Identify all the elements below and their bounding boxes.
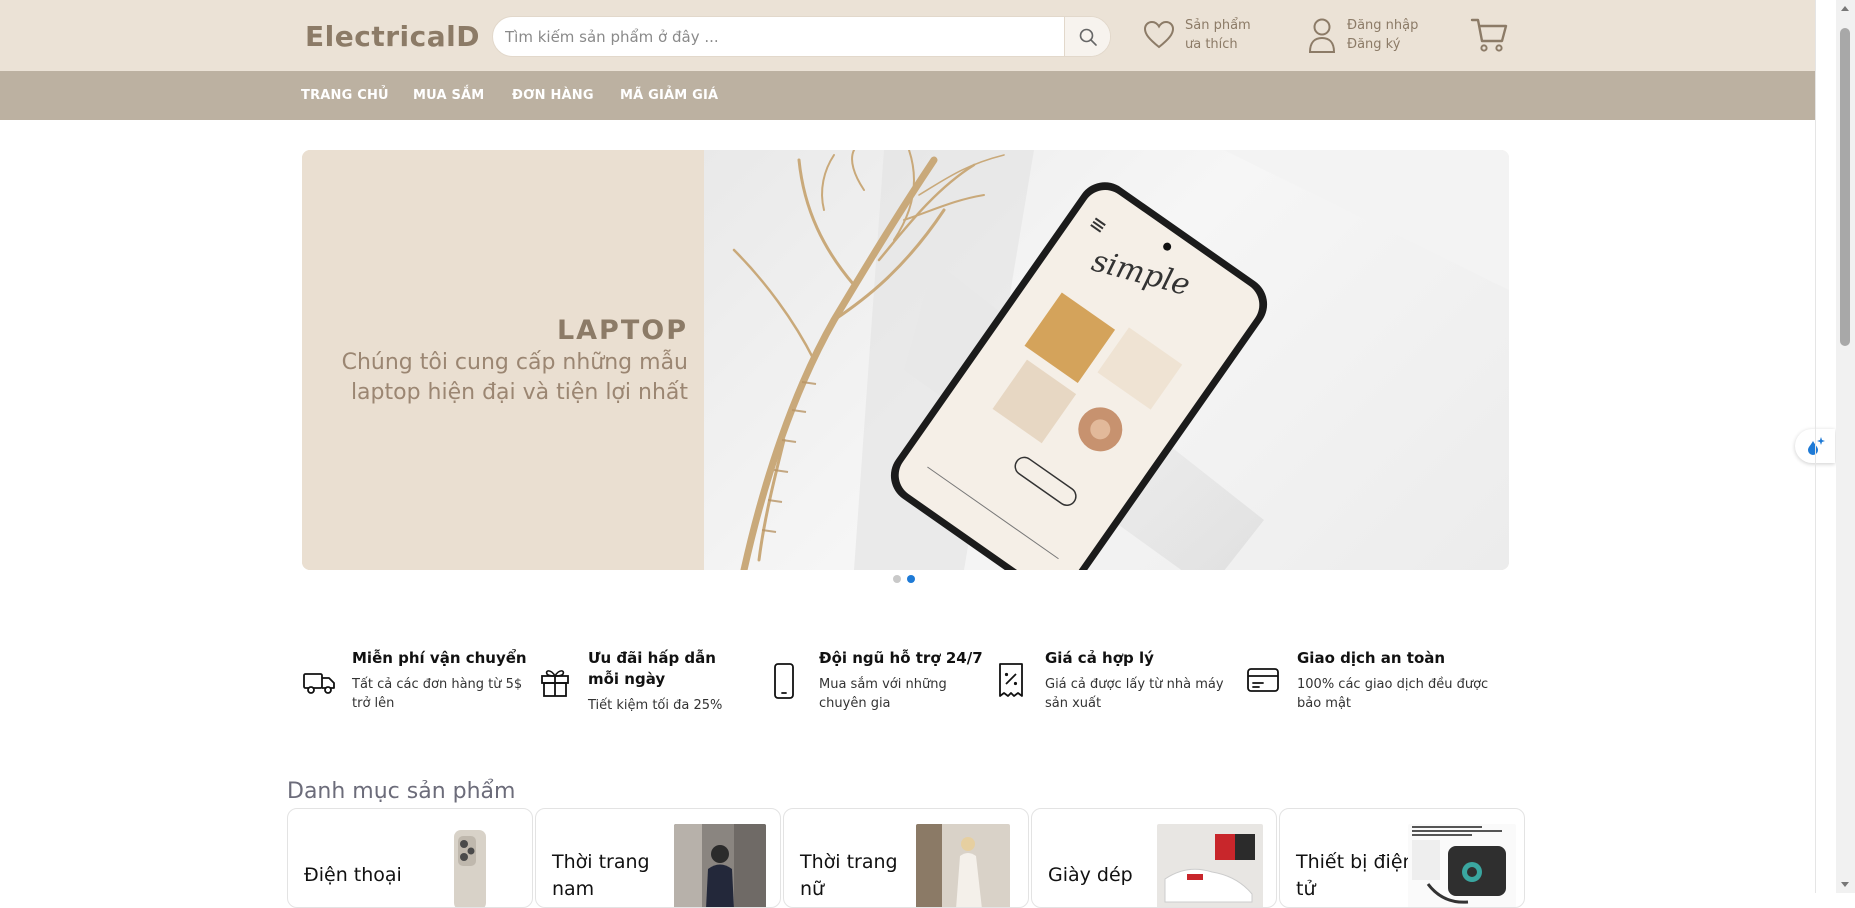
cart-icon — [1470, 18, 1508, 52]
login-label: Đăng nhập — [1347, 18, 1419, 33]
category-name: Điện thoại — [304, 864, 402, 886]
scroll-down-arrow-icon[interactable] — [1841, 882, 1849, 887]
category-name: Thiết bị điện tử — [1296, 851, 1415, 900]
gift-icon — [541, 670, 569, 697]
category-name: Thời trang nữ — [800, 851, 898, 900]
nav-item-orders[interactable]: ĐƠN HÀNG — [512, 88, 594, 103]
feature-desc: Giá cả được lấy từ nhà máy sản xuất — [1045, 677, 1224, 711]
user-icon — [1308, 18, 1336, 53]
category-name: Thời trang nam — [552, 851, 650, 900]
feature-desc: 100% các giao dịch đều được bảo mật — [1297, 677, 1489, 711]
search-input[interactable] — [505, 26, 1045, 48]
search-button[interactable] — [1064, 17, 1110, 56]
nav-item-home[interactable]: TRANG CHỦ — [301, 88, 389, 103]
hero-banner[interactable]: LAPTOP Chúng tôi cung cấp những mẫu lapt… — [302, 150, 1509, 570]
search-icon — [1079, 28, 1097, 46]
category-card-electronics[interactable]: Thiết bị điện tử — [1279, 808, 1525, 908]
scroll-up-arrow-icon[interactable] — [1841, 6, 1849, 11]
banner-pagination — [893, 575, 915, 583]
cart-button[interactable] — [1470, 17, 1508, 57]
category-name: Giày dép — [1048, 864, 1133, 886]
feature-title: Đội ngũ hỗ trợ 24/7 — [819, 649, 983, 667]
slide-dot-2[interactable] — [907, 575, 915, 583]
category-card-women-fashion[interactable]: Thời trang nữ — [783, 808, 1029, 908]
category-card-shoes[interactable]: Giày dép — [1031, 808, 1277, 908]
feature-title: Giao dịch an toàn — [1297, 649, 1446, 667]
site-logo[interactable]: ElectricalD — [305, 20, 480, 53]
banner-image: simple — [704, 150, 1509, 570]
category-image — [916, 824, 1010, 907]
page-edge — [1815, 0, 1816, 893]
wishlist-label-2: ưa thích — [1185, 37, 1238, 52]
scrollbar-thumb[interactable] — [1840, 28, 1850, 346]
category-card-men-fashion[interactable]: Thời trang nam — [535, 808, 781, 908]
search-bar — [492, 16, 1111, 57]
nav-item-coupons[interactable]: MÃ GIẢM GIÁ — [620, 88, 718, 103]
account-link[interactable]: Đăng nhập Đăng ký — [1307, 16, 1418, 54]
heart-icon — [1143, 20, 1175, 49]
category-image — [1408, 824, 1516, 907]
wishlist-label-1: Sản phẩm — [1185, 18, 1251, 33]
credit-card-icon — [1247, 668, 1279, 692]
feature-title: Giá cả hợp lý — [1045, 649, 1154, 667]
banner-subtitle: Chúng tôi cung cấp những mẫu laptop hiện… — [341, 350, 688, 405]
category-image — [674, 824, 766, 907]
feature-desc: Tất cả các đơn hàng từ 5$ trở lên — [352, 677, 523, 711]
receipt-percent-icon — [999, 663, 1023, 697]
slide-dot-1[interactable] — [893, 575, 901, 583]
wishlist-link[interactable]: Sản phẩm ưa thích — [1143, 16, 1251, 54]
phone-icon — [774, 663, 794, 699]
banner-text-panel: LAPTOP Chúng tôi cung cấp những mẫu lapt… — [302, 150, 704, 570]
category-image — [1157, 824, 1263, 907]
category-image — [454, 830, 486, 907]
feature-title: Ưu đãi hấp dẫn mỗi ngày — [588, 649, 716, 688]
truck-icon — [303, 673, 335, 694]
nav-item-shop[interactable]: MUA SẮM — [413, 88, 484, 103]
feature-desc: Mua sắm với những chuyên gia — [819, 677, 947, 711]
categories-title: Danh mục sản phẩm — [287, 779, 516, 804]
features-strip: Miễn phí vận chuyển Tất cả các đơn hàng … — [302, 648, 1512, 718]
banner-title: LAPTOP — [556, 315, 688, 346]
feature-title: Miễn phí vận chuyển — [352, 649, 527, 667]
category-card-phones[interactable]: Điện thoại — [287, 808, 533, 908]
feature-desc: Tiết kiệm tối đa 25% — [588, 698, 723, 713]
banner-photo-illustration: simple — [732, 150, 1509, 570]
main-nav: TRANG CHỦ MUA SẮM ĐƠN HÀNG MÃ GIẢM GIÁ — [0, 71, 1815, 120]
site-header: ElectricalD Sản phẩm ưa thích Đăng nhập … — [0, 0, 1815, 71]
register-label: Đăng ký — [1347, 37, 1401, 52]
